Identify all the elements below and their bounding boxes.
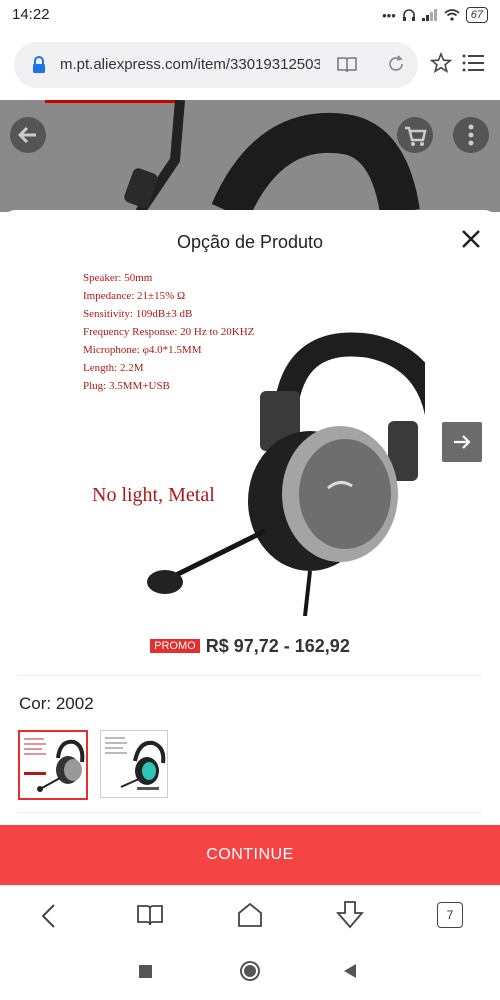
menu-icon[interactable] [462,54,484,72]
cart-icon [397,117,433,153]
background-headphone-image [124,100,420,212]
swatch-thumbnail [24,738,85,792]
wifi-icon [444,9,460,21]
back-triangle-icon[interactable] [343,963,357,979]
spec-line: Impedance: 21±15% Ω [83,290,186,302]
system-navigation-bar [0,945,500,1000]
sheet-title: Opção de Produto [176,232,324,252]
back-arrow-icon [10,117,46,153]
status-time: 14:22 [12,6,50,23]
color-swatch-selected[interactable] [18,730,88,800]
color-swatch[interactable] [100,730,168,798]
continue-button[interactable]: CONTINUE [0,825,500,885]
reader-mode-icon[interactable] [336,55,358,75]
browser-toolbar: m.pt.aliexpress.com/item/33019312503.l [0,30,500,100]
home-icon[interactable] [236,901,264,929]
headphone-illustration [147,332,425,616]
price-row: PROMO R$ 97,72 - 162,92 [0,636,500,657]
bookmarks-icon[interactable] [136,903,164,927]
background-page-overlay[interactable] [0,100,500,212]
battery-icon: 67 [465,7,488,23]
arrow-right-icon [454,435,471,449]
divider [18,675,482,676]
bookmark-star-icon[interactable] [430,52,452,74]
color-label: Cor: 2002 [19,694,94,713]
more-vertical-icon [453,117,489,153]
swatch-thumbnail [105,737,166,790]
lock-icon [33,56,45,73]
status-bar: 14:22 ••• 67 [0,0,500,30]
headphones-icon [402,9,415,21]
spec-line: Length: 2.2M [83,362,144,374]
home-circle-icon[interactable] [239,960,261,982]
signal-icon [421,9,437,21]
reload-icon[interactable] [386,54,406,74]
recents-icon[interactable] [139,965,152,978]
spec-line: Sensitivity: 109dB±3 dB [83,308,193,320]
price-range: R$ 97,72 - 162,92 [205,636,350,656]
back-icon[interactable] [38,903,60,929]
close-icon[interactable] [460,228,482,250]
next-image-button[interactable] [442,422,482,462]
address-bar[interactable]: m.pt.aliexpress.com/item/33019312503.l [14,42,418,88]
status-icons: ••• 67 [382,5,488,25]
browser-bottom-toolbar: 7 [0,885,500,946]
download-icon[interactable] [336,900,364,930]
more-dots-icon: ••• [382,7,396,23]
spec-line: Speaker: 50mm [83,272,153,284]
divider [18,812,482,813]
product-image[interactable]: Speaker: 50mm Impedance: 21±15% Ω Sensit… [80,268,425,616]
tabs-counter[interactable]: 7 [437,902,463,928]
promo-badge: PROMO [150,639,200,653]
variant-label: No light, Metal [92,484,215,506]
product-option-sheet: Opção de Produto Speaker: 50mm Impedance… [0,210,500,886]
url-text[interactable]: m.pt.aliexpress.com/item/33019312503.l [60,56,320,73]
